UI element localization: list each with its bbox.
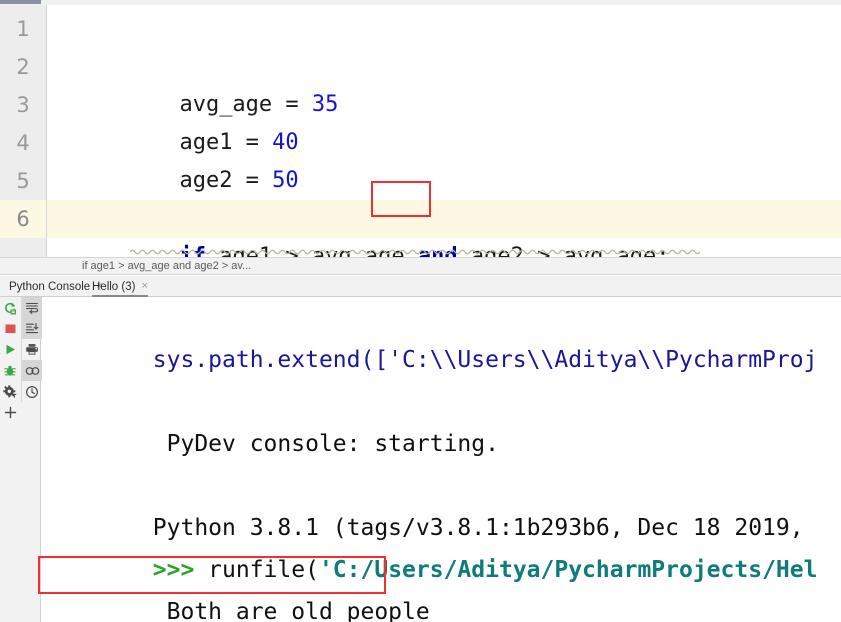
- clock-icon: [25, 385, 39, 399]
- breadcrumb-bar[interactable]: if age1 > avg_age and age2 > av...: [0, 257, 841, 275]
- console-toolbar[interactable]: [0, 297, 42, 622]
- line-number-3: 3: [16, 93, 30, 117]
- console-sys-path-text: sys.path.extend(['C:\\Users\\Aditya\\Pyc…: [152, 347, 818, 373]
- code-line-6[interactable]: print(" Both are old people "): [47, 200, 841, 238]
- new-console-button[interactable]: [0, 402, 20, 423]
- line-number-6: 6: [0, 200, 46, 238]
- stop-icon: [4, 322, 17, 335]
- line-number-2: 2: [16, 55, 30, 79]
- soft-wrap-button[interactable]: [22, 297, 42, 318]
- code-line-3[interactable]: age2 = 50: [47, 86, 841, 193]
- soft-wrap-icon: [25, 301, 39, 314]
- tab-python-console[interactable]: Python Console ×: [9, 276, 103, 297]
- attach-console-button[interactable]: [22, 360, 42, 381]
- console-pydev-text: PyDev console: starting.: [152, 431, 499, 457]
- line-number-1: 1: [16, 17, 30, 41]
- console-toolbar-right-column: [21, 297, 42, 402]
- scroll-to-end-button[interactable]: [22, 318, 42, 339]
- debug-icon: [3, 364, 17, 378]
- settings-button[interactable]: [0, 381, 20, 402]
- rerun-icon: [3, 301, 17, 315]
- code-line-2[interactable]: age1 = 40: [47, 48, 841, 155]
- tool-window-tab-bar[interactable]: Python Console × Hello (3) ×: [0, 276, 841, 297]
- rerun-button[interactable]: [0, 297, 20, 318]
- line-number-5: 5: [16, 169, 30, 193]
- breadcrumb-path: if age1 > avg_age and age2 > av...: [82, 260, 252, 272]
- tab-hello[interactable]: Hello (3) ×: [92, 276, 148, 297]
- run-icon: [4, 343, 17, 356]
- tab-python-console-label: Python Console: [9, 281, 91, 293]
- close-icon[interactable]: ×: [141, 276, 147, 296]
- link-icon: [25, 365, 40, 377]
- code-text-area[interactable]: avg_age = 35 age1 = 40 age2 = 50 if age1…: [47, 5, 841, 257]
- debug-button[interactable]: [0, 360, 20, 381]
- code-line-5[interactable]: if age1 > avg_age and age2 > avg_age:: [47, 162, 841, 257]
- code-line-4-empty[interactable]: [47, 124, 841, 162]
- scroll-to-end-icon: [25, 322, 39, 335]
- gear-icon: [3, 384, 17, 399]
- annotation-box-and-keyword: [371, 181, 431, 217]
- top-accent-active-marker: [0, 0, 41, 4]
- annotation-box-console-output: [38, 556, 386, 594]
- tab-hello-label: Hello (3): [92, 281, 136, 293]
- print-icon: [25, 343, 39, 356]
- line-number-4: 4: [16, 131, 30, 155]
- run-button[interactable]: [0, 339, 20, 360]
- code-editor[interactable]: 1 2 3 4 5 6 avg_age = 35 age1 = 40 age2 …: [0, 5, 841, 257]
- pycharm-window: 1 2 3 4 5 6 avg_age = 35 age1 = 40 age2 …: [0, 0, 841, 622]
- console-toolbar-left-column: [0, 297, 20, 423]
- stop-button[interactable]: [0, 318, 20, 339]
- editor-gutter[interactable]: 1 2 3 4 5 6: [0, 5, 47, 257]
- code-line-1[interactable]: avg_age = 35: [47, 10, 841, 117]
- inspection-wavy-underline: [130, 248, 700, 255]
- history-button[interactable]: [22, 381, 42, 402]
- console-output-result-text: Both are old people: [152, 599, 430, 622]
- plus-icon: [4, 406, 17, 419]
- print-button[interactable]: [22, 339, 42, 360]
